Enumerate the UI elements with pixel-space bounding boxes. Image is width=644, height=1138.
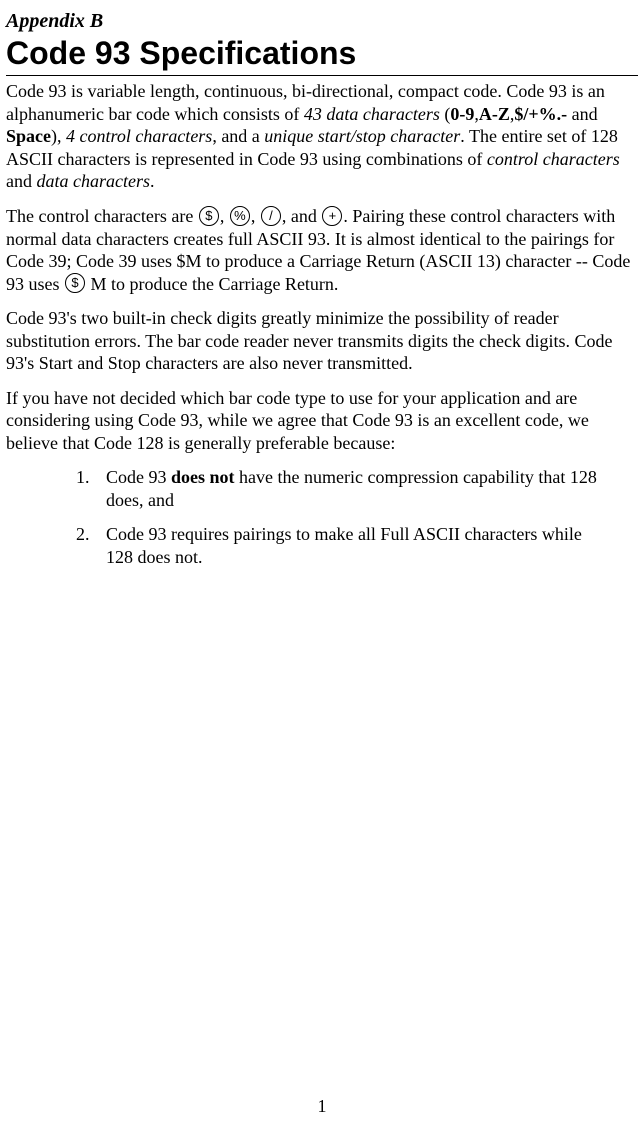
text: Code 93 requires pairings to make all Fu…: [106, 524, 582, 567]
appendix-label: Appendix B: [6, 8, 638, 34]
text: and: [6, 171, 37, 191]
text-bold: does not: [171, 467, 235, 487]
list-text: Code 93 does not have the numeric compre…: [106, 466, 598, 511]
text: , and a: [212, 126, 264, 146]
text: (: [440, 104, 451, 124]
text: , and: [282, 206, 322, 226]
list-item: 2. Code 93 requires pairings to make all…: [76, 523, 598, 568]
slash-circle-icon: /: [261, 206, 281, 226]
text: and: [567, 104, 598, 124]
text: Code 93: [106, 467, 171, 487]
text: ,: [220, 206, 229, 226]
page-title: Code 93 Specifications: [6, 36, 638, 71]
text: ,: [251, 206, 260, 226]
text: .: [150, 171, 155, 191]
text-bold: A-Z: [479, 104, 510, 124]
text: The control characters are: [6, 206, 198, 226]
dollar-circle-icon: $: [199, 206, 219, 226]
title-underline: [6, 75, 638, 76]
text-italic: 43 data characters: [304, 104, 440, 124]
list-number: 2.: [76, 523, 106, 568]
text-italic: data characters: [37, 171, 150, 191]
list-text: Code 93 requires pairings to make all Fu…: [106, 523, 598, 568]
list-number: 1.: [76, 466, 106, 511]
ordered-list: 1. Code 93 does not have the numeric com…: [76, 466, 598, 568]
text-bold: Space: [6, 126, 51, 146]
list-item: 1. Code 93 does not have the numeric com…: [76, 466, 598, 511]
plus-circle-icon: +: [322, 206, 342, 226]
text: ),: [51, 126, 66, 146]
paragraph-3: Code 93's two built-in check digits grea…: [6, 307, 638, 375]
paragraph-1: Code 93 is variable length, continuous, …: [6, 80, 638, 193]
text: M to produce the Carriage Return.: [86, 274, 338, 294]
page-number: 1: [0, 1095, 644, 1118]
text-italic: control characters: [487, 149, 620, 169]
paragraph-2: The control characters are $, %, /, and …: [6, 205, 638, 296]
text-bold: $/+%.-: [514, 104, 567, 124]
text-italic: unique start/stop character: [264, 126, 460, 146]
text-bold: 0-9: [450, 104, 474, 124]
paragraph-4: If you have not decided which bar code t…: [6, 387, 638, 455]
text-italic: 4 control characters: [66, 126, 212, 146]
dollar-circle-icon: $: [65, 273, 85, 293]
percent-circle-icon: %: [230, 206, 250, 226]
